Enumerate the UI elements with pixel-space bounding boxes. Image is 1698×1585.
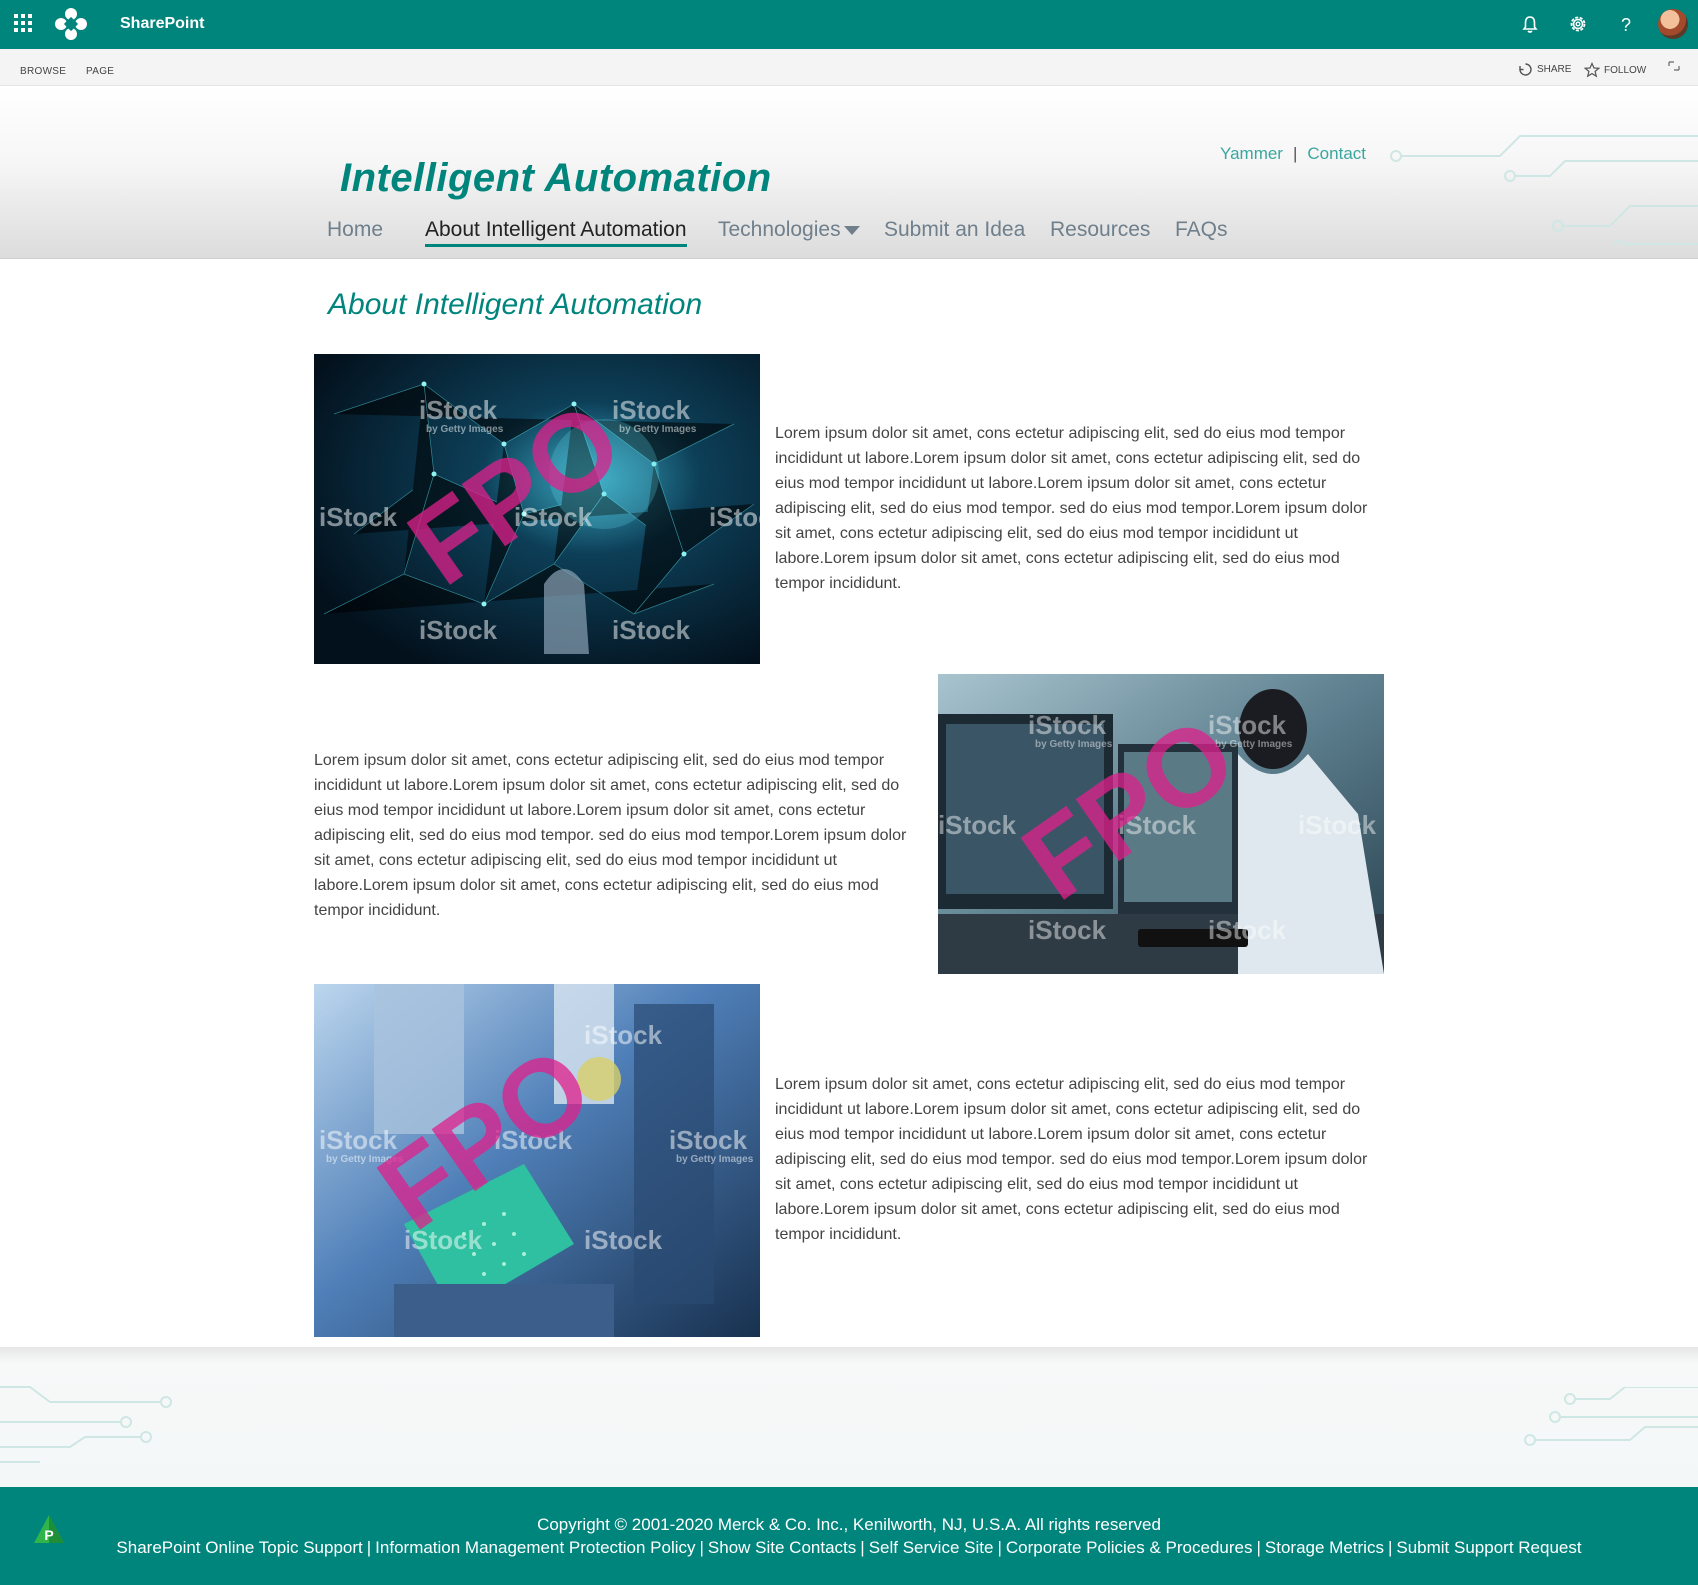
ribbon-tab-browse[interactable]: BROWSE	[20, 66, 66, 77]
share-icon	[1519, 63, 1532, 76]
svg-text:iStock: iStock	[612, 615, 691, 645]
copyright-text: Copyright © 2001-2020 Merck & Co. Inc., …	[537, 1515, 1161, 1534]
footer-separator: |	[1256, 1538, 1261, 1557]
site-title[interactable]: Intelligent Automation	[340, 156, 772, 201]
app-name[interactable]: SharePoint	[120, 15, 204, 33]
footer-separator: |	[366, 1538, 372, 1557]
footer: P Copyright © 2001-2020 Merck & Co. Inc.…	[0, 1487, 1698, 1585]
footer-separator: |	[997, 1538, 1002, 1557]
footer-links: SharePoint Online Topic Support | Informat…	[0, 1538, 1698, 1558]
svg-text:iStock: iStock	[419, 395, 498, 425]
svg-text:iStock: iStock	[584, 1020, 663, 1050]
svg-text:iStock: iStock	[1028, 710, 1107, 740]
circuit-decoration-left	[0, 1386, 172, 1463]
svg-text:by Getty Images: by Getty Images	[1035, 739, 1113, 750]
svg-text:iStock: iStock	[612, 395, 691, 425]
svg-text:by Getty Images: by Getty Images	[619, 424, 697, 435]
follow-label: FOLLOW	[1604, 64, 1647, 76]
footer-separator: |	[1387, 1538, 1393, 1557]
bell-icon[interactable]	[1518, 12, 1542, 36]
top-links: Yammer | Contact	[1220, 144, 1366, 164]
svg-text:by Getty Images: by Getty Images	[1215, 739, 1293, 750]
section-1-image: iStock iStock iStock iStock iStock iStoc…	[314, 354, 760, 664]
svg-text:iStock: iStock	[1298, 810, 1377, 840]
footer-link-protection-policy[interactable]: Information Management Protection Policy	[375, 1538, 695, 1557]
section-3-image: iStock iStock iStock iStock iStock iStoc…	[314, 984, 760, 1337]
nav-faqs[interactable]: FAQs	[1175, 218, 1228, 242]
footer-link-storage-metrics[interactable]: Storage Metrics	[1265, 1538, 1384, 1557]
focus-mode-icon[interactable]	[1668, 61, 1680, 71]
suite-bar: SharePoint ?	[0, 0, 1698, 49]
app-launcher-icon[interactable]	[14, 14, 34, 34]
section-1-text: Lorem ipsum dolor sit amet, cons ectetur…	[775, 425, 1368, 592]
svg-text:iStock: iStock	[1208, 710, 1287, 740]
avatar[interactable]	[1658, 9, 1688, 39]
gear-icon[interactable]	[1566, 12, 1590, 36]
footer-link-self-service[interactable]: Self Service Site	[869, 1538, 994, 1557]
svg-text:iStock: iStock	[1028, 915, 1107, 945]
footer-separator: |	[699, 1538, 704, 1557]
svg-text:?: ?	[1621, 15, 1631, 35]
footer-link-site-contacts[interactable]: Show Site Contacts	[708, 1538, 856, 1557]
nav-technologies-label: Technologies	[718, 218, 841, 241]
svg-text:iStock: iStock	[1208, 915, 1287, 945]
footer-link-corporate-policies[interactable]: Corporate Policies & Procedures	[1006, 1538, 1253, 1557]
svg-text:iStock: iStock	[709, 502, 760, 532]
footer-link-support-request[interactable]: Submit Support Request	[1396, 1538, 1581, 1557]
nav-about-intelligent-automation[interactable]: About Intelligent Automation	[425, 218, 687, 247]
section-2-text: Lorem ipsum dolor sit amet, cons ectetur…	[314, 752, 907, 919]
site-header: Intelligent Automation Yammer | Contact Ho…	[0, 86, 1698, 259]
circuit-decoration-right	[1524, 1387, 1698, 1446]
follow-button[interactable]: FOLLOW	[1584, 62, 1646, 78]
section-3-text: Lorem ipsum dolor sit amet, cons ectetur…	[775, 1076, 1368, 1243]
yammer-link[interactable]: Yammer	[1220, 144, 1283, 163]
ribbon-tab-page[interactable]: PAGE	[86, 66, 114, 77]
svg-text:by Getty Images: by Getty Images	[676, 1154, 754, 1165]
page-title: About Intelligent Automation	[328, 288, 703, 321]
ribbon: BROWSE PAGE SHARE FOLLOW	[0, 49, 1698, 86]
svg-text:iStock: iStock	[319, 502, 398, 532]
nav-home[interactable]: Home	[327, 218, 383, 242]
svg-text:iStock: iStock	[419, 615, 498, 645]
svg-text:iStock: iStock	[584, 1225, 663, 1255]
section-2-image: iStock iStock iStock iStock iStock iStoc…	[938, 674, 1384, 974]
share-label: SHARE	[1537, 64, 1572, 75]
caret-down-icon	[843, 225, 860, 235]
star-icon	[1584, 62, 1600, 78]
circuit-decoration	[1390, 135, 1698, 246]
nav-submit-an-idea[interactable]: Submit an Idea	[884, 218, 1025, 242]
nav-technologies[interactable]: Technologies	[718, 218, 860, 242]
help-icon[interactable]: ?	[1614, 12, 1638, 36]
share-button[interactable]: SHARE	[1518, 62, 1571, 77]
svg-text:iStock: iStock	[669, 1125, 748, 1155]
footer-link-topic-support[interactable]: SharePoint Online Topic Support	[116, 1538, 362, 1557]
merck-logo-icon[interactable]	[55, 8, 87, 40]
bottom-band	[0, 1347, 1698, 1487]
link-separator: |	[1292, 144, 1298, 163]
nav-resources[interactable]: Resources	[1050, 218, 1150, 242]
footer-separator: |	[860, 1538, 865, 1557]
contact-link[interactable]: Contact	[1307, 144, 1366, 163]
